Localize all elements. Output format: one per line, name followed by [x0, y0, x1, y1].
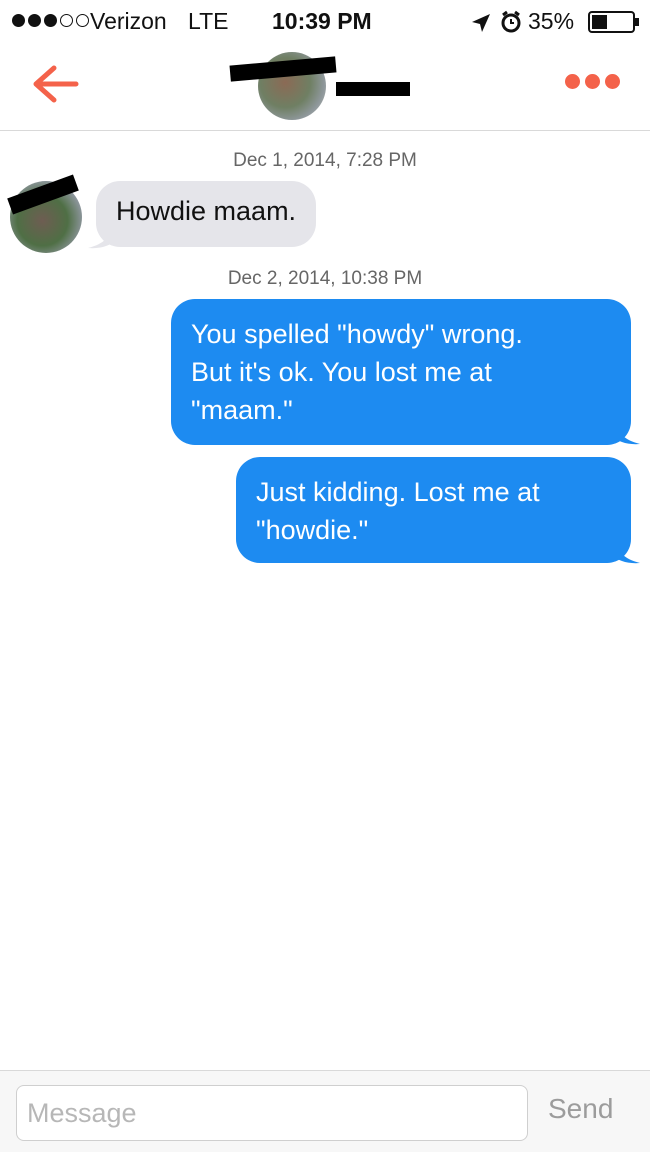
message-line: But it's ok. You lost me at [191, 357, 492, 387]
chat-screen: Verizon LTE 10:39 PM 35% Dec 1, 2014, 7:… [0, 0, 650, 1152]
location-arrow-icon [472, 14, 490, 32]
message-line: "howdie." [256, 515, 369, 545]
more-options-button[interactable] [565, 74, 620, 89]
message-line: You spelled "howdy" wrong. [191, 319, 523, 349]
message-input[interactable] [16, 1085, 528, 1141]
send-button[interactable]: Send [548, 1093, 613, 1125]
redaction-bar [336, 82, 410, 96]
alarm-icon [501, 10, 521, 33]
status-bar: Verizon LTE 10:39 PM 35% [0, 0, 650, 44]
message-line: "maam." [191, 395, 293, 425]
received-message: Howdie maam. [96, 181, 317, 247]
network-type: LTE [188, 8, 229, 34]
battery-icon [588, 11, 639, 33]
battery-percentage: 35% [528, 8, 575, 34]
sent-message: Just kidding. Lost me at "howdie." [236, 457, 631, 563]
carrier-name: Verizon [90, 8, 167, 34]
message-composer: Send [0, 1070, 650, 1152]
chat-header [0, 44, 650, 131]
message-timestamp: Dec 2, 2014, 10:38 PM [227, 268, 423, 289]
status-time: 10:39 PM [272, 8, 372, 34]
sent-message: You spelled "howdy" wrong. But it's ok. … [171, 299, 631, 445]
signal-strength-icon [12, 14, 89, 27]
message-timestamp: Dec 1, 2014, 7:28 PM [233, 150, 417, 171]
back-button[interactable] [30, 62, 80, 106]
more-dots-icon [565, 74, 580, 89]
message-line: Just kidding. Lost me at [256, 477, 540, 507]
